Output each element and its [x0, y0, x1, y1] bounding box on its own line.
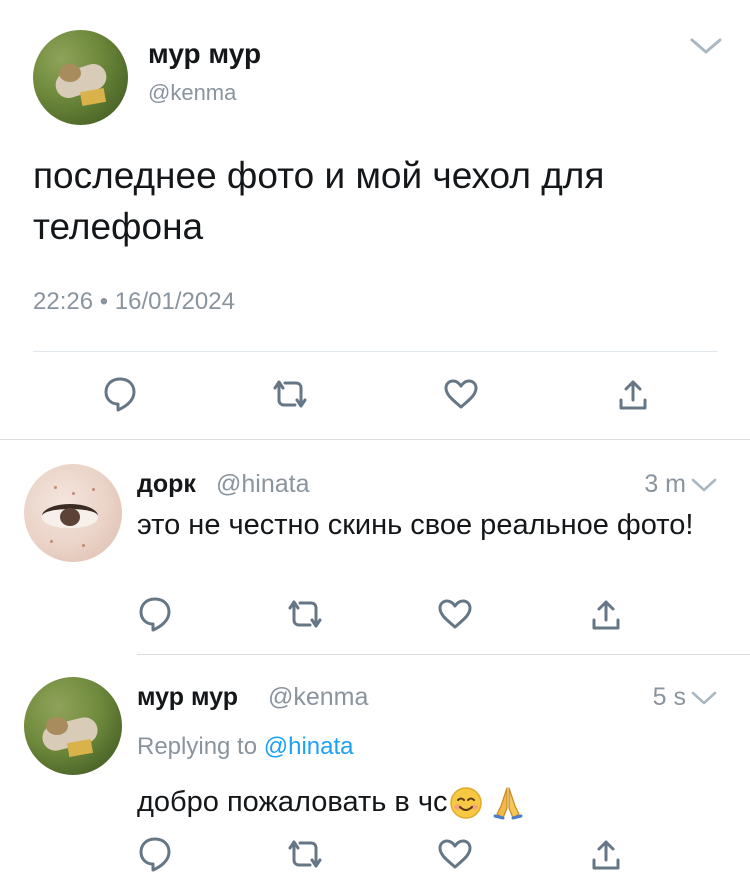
reply-author-name[interactable]: мур мур: [137, 683, 238, 712]
reply-text-line: добро пожаловать в чс: [137, 782, 717, 822]
mention-link[interactable]: @hinata: [264, 733, 354, 760]
reply-tweet[interactable]: мур мур @kenma 5 s Replying to @hinata д…: [0, 655, 750, 892]
retweet-icon[interactable]: [286, 838, 324, 870]
reply-time: 5 s: [652, 683, 686, 711]
chevron-down-icon[interactable]: [688, 32, 724, 60]
reply-tweet[interactable]: дорк @hinata 3 m это не честно скинь сво…: [0, 440, 750, 654]
folded-hands-emoji: [493, 787, 523, 820]
chevron-down-icon[interactable]: [690, 474, 718, 496]
share-icon[interactable]: [590, 598, 622, 632]
reply-author-handle[interactable]: @kenma: [268, 683, 368, 712]
reply-avatar[interactable]: [24, 677, 122, 775]
reply-time: 3 m: [644, 470, 686, 498]
reply-text: это не честно скинь свое реальное фото!: [137, 509, 694, 541]
reply-author-handle[interactable]: @hinata: [216, 470, 310, 499]
like-icon[interactable]: [443, 378, 479, 410]
author-name[interactable]: мур мур: [148, 38, 261, 70]
like-icon[interactable]: [437, 598, 473, 630]
divider: [33, 351, 718, 352]
share-icon[interactable]: [617, 378, 649, 412]
reply-text: добро пожаловать в чс: [137, 786, 448, 818]
reply-icon[interactable]: [138, 596, 172, 632]
tweet-timestamp: 22:26 • 16/01/2024: [33, 288, 235, 315]
replying-to-label: Replying to: [137, 733, 258, 760]
reply-avatar[interactable]: [24, 464, 122, 562]
smiling-face-emoji: [450, 787, 483, 820]
replying-to: Replying to @hinata: [137, 733, 354, 761]
retweet-icon[interactable]: [286, 598, 324, 630]
reply-icon[interactable]: [138, 836, 172, 872]
author-handle[interactable]: @kenma: [148, 80, 236, 106]
reply-icon[interactable]: [103, 376, 137, 412]
like-icon[interactable]: [437, 838, 473, 870]
retweet-icon[interactable]: [271, 378, 309, 410]
tweet-actions: [0, 376, 750, 416]
main-tweet: мур мур @kenma последнее фото и мой чехо…: [0, 0, 750, 440]
author-avatar[interactable]: [33, 30, 128, 125]
reply-author-name[interactable]: дорк: [137, 470, 196, 499]
tweet-text: последнее фото и мой чехол для телефона: [33, 155, 605, 247]
share-icon[interactable]: [590, 838, 622, 872]
chevron-down-icon[interactable]: [690, 687, 718, 709]
